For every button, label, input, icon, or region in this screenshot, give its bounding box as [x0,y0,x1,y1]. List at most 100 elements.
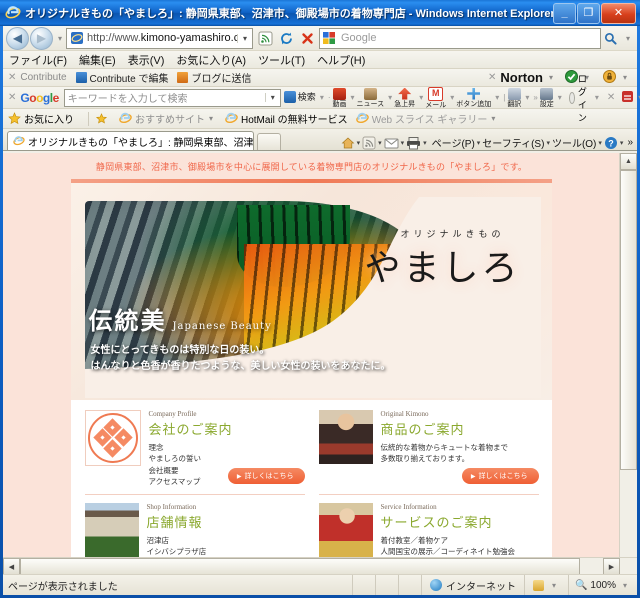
menu-item-view[interactable]: 表示(V) [128,52,165,68]
protected-chevron-down-icon[interactable]: ▾ [548,581,560,590]
recent-pages-chevron-down-icon[interactable]: ▾ [54,34,66,43]
login-chevron-down-icon[interactable]: ▾ [595,93,599,102]
security-zone[interactable]: インターネット [420,575,524,595]
google-mail-label: メール [425,101,447,109]
google-search-button[interactable]: 検索 [283,91,316,104]
search-input[interactable]: Google [319,27,601,49]
vertical-scroll-thumb[interactable] [620,170,637,470]
google-search-chevron-down-icon[interactable]: ▾ [264,93,280,102]
feeds-chevron-down-icon[interactable]: ▾ [378,139,382,147]
zoom-chevron-down-icon[interactable]: ▾ [619,581,631,590]
feeds-icon[interactable] [256,29,275,48]
address-chevron-down-icon[interactable]: ▾ [237,33,252,43]
card-company-profile[interactable]: Company Profile 会社のご案内 理念 やましろの誓い 会社概要 ア… [84,410,305,495]
contribute-close-icon[interactable]: ✕ [8,72,16,83]
menu-item-tools[interactable]: ツール(T) [258,52,305,68]
safety-chevron-down-icon[interactable]: ▾ [546,139,550,147]
add-chevron-down-icon[interactable]: ▾ [495,93,499,102]
tools-menu-button[interactable]: ツール(O) ▾ [552,135,602,150]
refresh-icon[interactable] [277,29,296,48]
contribute-blog-button[interactable]: ブログに送信 [177,70,251,85]
mail-chevron-down-icon[interactable]: ▾ [450,93,454,102]
menu-item-edit[interactable]: 編集(E) [79,52,116,68]
play-triangle-icon: ▶ [236,474,242,480]
print-chevron-down-icon[interactable]: ▾ [423,139,427,147]
suggested-sites-chevron-down-icon[interactable]: ▾ [205,114,217,123]
new-tab-button[interactable] [257,133,281,150]
home-button[interactable]: ▾ [341,136,361,150]
suggested-sites-button[interactable]: おすすめサイト ▾ [119,111,217,126]
forward-button[interactable]: ▶ [30,26,53,50]
google-news-button[interactable]: ニュース [357,87,384,108]
page-menu-button[interactable]: ページ(P) ▾ [432,135,481,150]
google-toolbar-overflow-button[interactable]: » [533,93,537,102]
page-chevron-down-icon[interactable]: ▾ [477,139,481,147]
scroll-left-button[interactable]: ◀ [3,558,20,575]
norton-close-icon[interactable]: ✕ [488,72,496,83]
safety-menu-button[interactable]: セーフティ(S) ▾ [482,135,550,150]
contribute-edit-button[interactable]: Contribute で編集 [75,70,168,85]
favorites-button[interactable]: お気に入り [8,111,74,126]
scroll-up-button[interactable]: ▲ [620,153,637,170]
horizontal-scroll-thumb[interactable] [20,558,580,575]
google-settings-button[interactable]: 設定 [540,87,554,108]
settings-chevron-down-icon[interactable]: ▾ [558,93,562,102]
back-button[interactable]: ◀ [6,26,29,50]
horizontal-scrollbar[interactable]: ◀ ▶ [3,557,637,575]
menu-item-help[interactable]: ヘルプ(H) [317,52,365,68]
trending-chevron-down-icon[interactable]: ▾ [419,93,423,102]
vertical-scrollbar[interactable]: ▲ ▼ [619,153,637,575]
list-item[interactable]: 理念 [149,442,305,453]
google-search-placeholder: キーワードを入力して検索 [67,94,188,105]
pdf-icon[interactable] [621,90,634,106]
mail-chevron-down-icon[interactable]: ▾ [401,139,405,147]
menu-item-file[interactable]: ファイル(F) [9,52,67,68]
list-item[interactable]: やましろの誓い [149,453,305,464]
favorites-add-icon[interactable] [95,112,111,125]
help-button[interactable]: ? ▾ [604,136,624,150]
google-mail-button[interactable]: M メール [425,86,447,109]
google-toolbar: ✕ Google キーワードを入力して検索 ▾ 検索 ▾ · 動画 ▾ ニュース… [3,74,640,123]
search-go-button[interactable] [601,29,620,48]
google-search-input[interactable]: キーワードを入力して検索 ▾ [63,88,281,107]
google-translate-button[interactable]: 翻訳 [507,87,521,108]
help-chevron-down-icon[interactable]: ▾ [620,139,624,147]
pdf-toolbar-close-icon[interactable]: ✕ [607,92,615,103]
close-button[interactable]: ✕ [601,3,636,24]
webslice-chevron-down-icon[interactable]: ▾ [487,114,499,123]
google-add-button[interactable]: ボタン追加 [456,87,491,108]
google-toolbar-close-icon[interactable]: ✕ [8,92,16,103]
command-overflow-button[interactable]: » [627,137,633,148]
print-button[interactable]: ▾ [406,136,427,150]
google-trending-button[interactable]: 急上昇 [394,87,415,108]
list-item[interactable]: 沼津店 [147,535,305,546]
scroll-right-button[interactable]: ▶ [603,558,620,575]
protected-mode[interactable]: ▾ [523,575,568,595]
video-chevron-down-icon[interactable]: ▾ [351,93,355,102]
browser-tab[interactable]: オリジナルきもの「やましろ」: 静岡県東部、沼津市、御... [7,131,254,150]
translate-chevron-down-icon[interactable]: ▾ [525,93,529,102]
minimize-button[interactable]: _ [553,3,576,24]
home-chevron-down-icon[interactable]: ▾ [357,139,361,147]
google-video-button[interactable]: 動画 [333,87,347,108]
list-item[interactable]: イシバシプラザ店 [147,546,305,557]
search-chevron-down-icon[interactable]: ▾ [622,34,634,43]
news-chevron-down-icon[interactable]: ▾ [388,93,392,102]
stop-icon[interactable] [298,29,317,48]
google-login-button[interactable]: ログイン [568,72,593,124]
address-input[interactable]: http://www.kimono-yamashiro.co.jp/ ▾ [66,27,253,49]
maximize-button[interactable]: ❐ [577,3,600,24]
feeds-button[interactable]: ▾ [362,136,382,150]
google-search-chevron-icon[interactable]: ▾ [320,93,324,102]
mail-button[interactable]: ▾ [384,136,405,150]
card-original-kimono[interactable]: Original Kimono 商品のご案内 伝統的な着物からキュートな着物まで… [318,410,539,495]
hotmail-link[interactable]: HotMail の無料サービス [225,111,348,126]
svg-text:?: ? [608,138,614,148]
menu-item-favorites[interactable]: お気に入り(A) [176,52,246,68]
webslice-gallery-link[interactable]: Web スライス ギャラリー ▾ [355,111,500,126]
more-button[interactable]: ▶詳しくはこちら [461,468,539,484]
more-button[interactable]: ▶詳しくはこちら [227,468,305,484]
zoom-control[interactable]: 🔍 100% ▾ [567,575,637,595]
card-en-title: Service Information [380,503,437,511]
tools-chevron-down-icon[interactable]: ▾ [598,139,602,147]
